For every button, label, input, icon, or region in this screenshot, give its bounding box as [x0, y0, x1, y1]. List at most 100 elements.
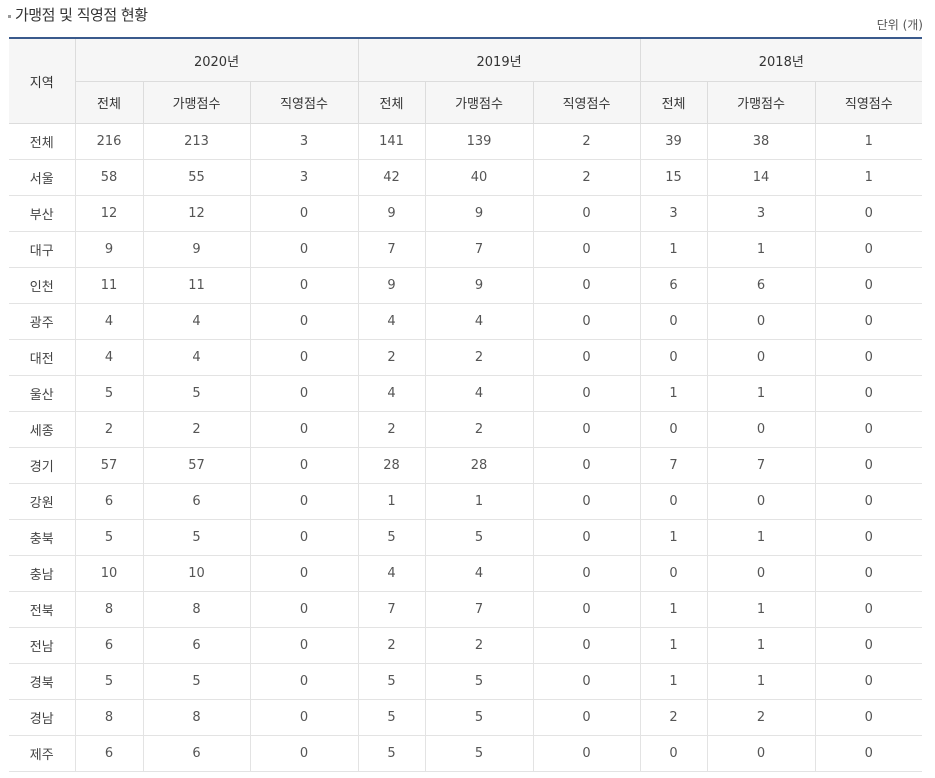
value-cell: 0	[814, 231, 923, 268]
value-cell: 0	[706, 735, 816, 772]
value-cell: 0	[532, 195, 641, 232]
value-cell: 6	[639, 267, 708, 304]
value-cell: 0	[639, 483, 708, 520]
value-cell: 58	[74, 159, 143, 196]
column-header-total: 전체	[639, 81, 708, 124]
value-cell: 7	[357, 231, 426, 268]
value-cell: 213	[142, 123, 250, 160]
value-cell: 139	[424, 123, 534, 160]
value-cell: 1	[639, 627, 708, 664]
table-row: 강원 6 6 0 1 1 0 0 0 0	[9, 483, 923, 520]
value-cell: 0	[814, 519, 923, 556]
value-cell: 0	[532, 591, 641, 628]
value-cell: 0	[249, 339, 359, 376]
value-cell: 1	[706, 591, 816, 628]
value-cell: 0	[532, 339, 641, 376]
value-cell: 15	[639, 159, 708, 196]
column-header-total: 전체	[357, 81, 426, 124]
value-cell: 4	[74, 339, 143, 376]
value-cell: 12	[74, 195, 143, 232]
table-row: 제주 6 6 0 5 5 0 0 0 0	[9, 735, 923, 772]
value-cell: 7	[424, 231, 534, 268]
value-cell: 0	[249, 447, 359, 484]
region-cell: 강원	[9, 483, 75, 520]
value-cell: 1	[424, 483, 534, 520]
value-cell: 4	[357, 555, 426, 592]
region-cell: 대전	[9, 339, 75, 376]
value-cell: 0	[249, 555, 359, 592]
value-cell: 0	[532, 555, 641, 592]
value-cell: 0	[814, 303, 923, 340]
column-header-direct: 직영점수	[532, 81, 641, 124]
value-cell: 0	[532, 519, 641, 556]
value-cell: 141	[357, 123, 426, 160]
table-row: 경남 8 8 0 5 5 0 2 2 0	[9, 699, 923, 736]
value-cell: 1	[706, 231, 816, 268]
table-body: 전체 216 213 3 141 139 2 39 38 1 서울 58 55 3 42 40 2 15 14 1 부산…	[9, 123, 923, 772]
region-cell: 전체	[9, 123, 75, 160]
table-row: 인천 11 11 0 9 9 0 6 6 0	[9, 267, 923, 304]
value-cell: 4	[142, 303, 250, 340]
value-cell: 0	[814, 339, 923, 376]
table-row: 전체 216 213 3 141 139 2 39 38 1	[9, 123, 923, 160]
value-cell: 9	[74, 231, 143, 268]
table-row: 전북 8 8 0 7 7 0 1 1 0	[9, 591, 923, 628]
value-cell: 1	[639, 663, 708, 700]
value-cell: 11	[142, 267, 250, 304]
value-cell: 2	[424, 627, 534, 664]
value-cell: 3	[249, 159, 359, 196]
year-header: 2018년	[639, 37, 923, 82]
value-cell: 1	[706, 375, 816, 412]
value-cell: 0	[249, 663, 359, 700]
column-header-direct: 직영점수	[814, 81, 923, 124]
value-cell: 8	[142, 699, 250, 736]
value-cell: 0	[814, 627, 923, 664]
value-cell: 4	[357, 303, 426, 340]
unit-label: 단위 (개)	[876, 18, 923, 32]
value-cell: 0	[706, 483, 816, 520]
value-cell: 0	[532, 699, 641, 736]
table-row: 부산 12 12 0 9 9 0 3 3 0	[9, 195, 923, 232]
value-cell: 2	[357, 411, 426, 448]
value-cell: 0	[814, 663, 923, 700]
value-cell: 6	[142, 735, 250, 772]
value-cell: 4	[424, 375, 534, 412]
value-cell: 1	[639, 375, 708, 412]
region-cell: 경기	[9, 447, 75, 484]
value-cell: 0	[249, 195, 359, 232]
value-cell: 5	[424, 735, 534, 772]
value-cell: 0	[814, 195, 923, 232]
region-cell: 충남	[9, 555, 75, 592]
table-row: 경기 57 57 0 28 28 0 7 7 0	[9, 447, 923, 484]
value-cell: 0	[814, 267, 923, 304]
value-cell: 14	[706, 159, 816, 196]
region-column-header: 지역	[9, 37, 75, 124]
value-cell: 3	[249, 123, 359, 160]
value-cell: 0	[814, 735, 923, 772]
region-cell: 경남	[9, 699, 75, 736]
value-cell: 0	[706, 411, 816, 448]
year-header: 2019년	[357, 37, 641, 82]
value-cell: 0	[532, 627, 641, 664]
value-cell: 0	[639, 339, 708, 376]
region-cell: 경북	[9, 663, 75, 700]
value-cell: 2	[706, 699, 816, 736]
value-cell: 5	[357, 735, 426, 772]
value-cell: 0	[706, 303, 816, 340]
value-cell: 5	[142, 519, 250, 556]
value-cell: 5	[74, 519, 143, 556]
value-cell: 42	[357, 159, 426, 196]
value-cell: 2	[532, 159, 641, 196]
value-cell: 1	[814, 123, 923, 160]
value-cell: 0	[249, 267, 359, 304]
region-cell: 울산	[9, 375, 75, 412]
column-header-franchise: 가맹점수	[424, 81, 534, 124]
table-row: 대전 4 4 0 2 2 0 0 0 0	[9, 339, 923, 376]
value-cell: 7	[357, 591, 426, 628]
year-header: 2020년	[74, 37, 359, 82]
value-cell: 2	[357, 627, 426, 664]
value-cell: 0	[532, 267, 641, 304]
value-cell: 7	[424, 591, 534, 628]
table-row: 전남 6 6 0 2 2 0 1 1 0	[9, 627, 923, 664]
value-cell: 5	[424, 699, 534, 736]
